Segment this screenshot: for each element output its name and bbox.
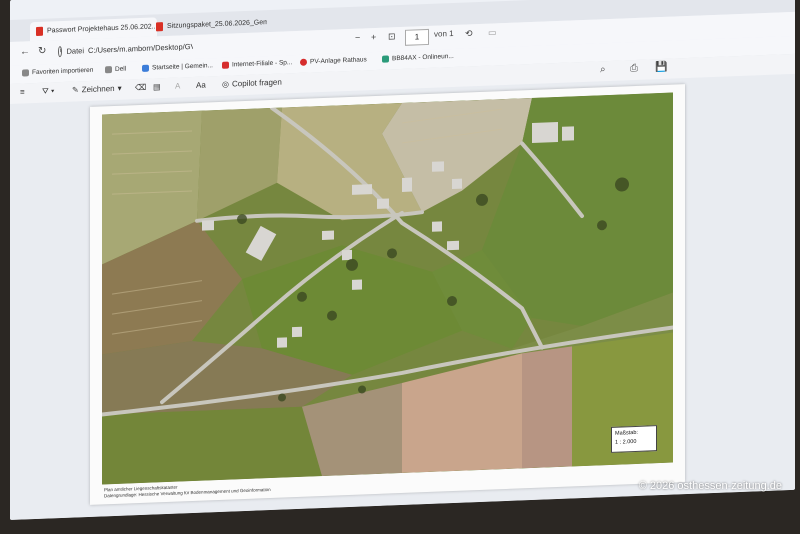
fav-label: PV-Anlage Rathaus [310, 56, 367, 66]
folder-icon [105, 66, 112, 74]
pdf-icon [36, 26, 43, 37]
aerial-photo [102, 92, 673, 485]
sparkasse-icon [222, 61, 229, 69]
site-icon [142, 64, 149, 72]
fit-page-icon[interactable]: ⊡ [388, 31, 396, 42]
refresh-icon[interactable]: ↻ [38, 46, 46, 57]
address-bar[interactable]: i Datei C:/Users/m.amborn/Desktop/GVE%20… [58, 39, 193, 59]
fav-startseite[interactable]: Startseite | Gemein... [142, 62, 213, 72]
tab-label: Sitzungspaket_25.06.2026_Gem... [167, 18, 267, 30]
draw-label: Zeichnen [81, 83, 115, 95]
fav-import[interactable]: Favoriten importieren [22, 67, 93, 77]
fav-dell[interactable]: Dell [105, 66, 126, 74]
search-icon[interactable]: ⌕ [600, 64, 606, 75]
pv-icon [300, 58, 307, 66]
page-number-input[interactable]: 1 [405, 28, 429, 46]
projected-screen: Passwort Projektehaus 25.06.202... ✕ Sit… [10, 0, 795, 521]
map-footnote: Plan amtlicher Liegenschaftskataster Dat… [104, 481, 271, 499]
two-page-view-icon[interactable]: ▭ [488, 27, 497, 38]
back-arrow-icon[interactable]: ← [20, 46, 30, 57]
fav-label: Internet-Filiale - Sp... [232, 59, 293, 69]
pdf-icon [156, 22, 163, 32]
pdf-viewer: Maßstab: 1 : 2.000 Plan amtlicher Liegen… [10, 73, 795, 520]
zoom-in-icon[interactable]: + [371, 32, 376, 42]
aerial-map: Maßstab: 1 : 2.000 [102, 92, 673, 485]
text-box-icon[interactable]: ▤ [153, 82, 161, 91]
scale-box: Maßstab: 1 : 2.000 [611, 425, 657, 453]
import-icon [22, 69, 29, 77]
copilot-icon: ◎ [222, 79, 229, 89]
copilot-label: Copilot fragen [231, 77, 282, 89]
rotate-icon[interactable]: ⟲ [465, 28, 473, 39]
eraser-icon[interactable]: ⌫ [135, 83, 146, 92]
filter-icon[interactable]: ⛛ ▾ [42, 86, 54, 96]
fav-bb84ax[interactable]: BB84AX - Onlineun... [382, 53, 454, 63]
url-text: C:/Users/m.amborn/Desktop/GVE%2025.06.20… [88, 41, 193, 56]
tab-label: Passwort Projektehaus 25.06.202... [47, 23, 157, 35]
highlight-icon[interactable]: A [175, 81, 180, 90]
site-icon [382, 55, 389, 63]
read-aloud-icon[interactable]: Aa [196, 80, 206, 89]
fav-internet-filiale[interactable]: Internet-Filiale - Sp... [222, 59, 292, 69]
copilot-button[interactable]: ◎ Copilot fragen [222, 78, 282, 89]
fav-pv-anlage[interactable]: PV-Anlage Rathaus [300, 56, 367, 66]
scale-value: 1 : 2.000 [615, 438, 637, 446]
save-icon[interactable]: 💾 [655, 62, 667, 73]
pdf-page: Maßstab: 1 : 2.000 Plan amtlicher Liegen… [90, 84, 685, 505]
zoom-out-icon[interactable]: − [355, 33, 360, 43]
watermark: © 2026 osthessen-zeitung.de [638, 480, 782, 492]
fav-label: Dell [115, 65, 127, 73]
list-icon[interactable]: ≡ [20, 87, 25, 96]
print-icon[interactable]: ⎙ [630, 63, 638, 74]
fav-label: Favoriten importieren [32, 66, 94, 77]
pen-icon: ✎ [72, 85, 79, 95]
url-prefix: Datei [66, 46, 84, 56]
draw-button[interactable]: ✎ Zeichnen ▾ [72, 84, 122, 95]
fav-label: BB84AX - Onlineun... [392, 52, 454, 63]
page-total: von 1 [434, 28, 454, 39]
info-icon: i [58, 45, 63, 58]
fav-label: Startseite | Gemein... [152, 62, 213, 72]
